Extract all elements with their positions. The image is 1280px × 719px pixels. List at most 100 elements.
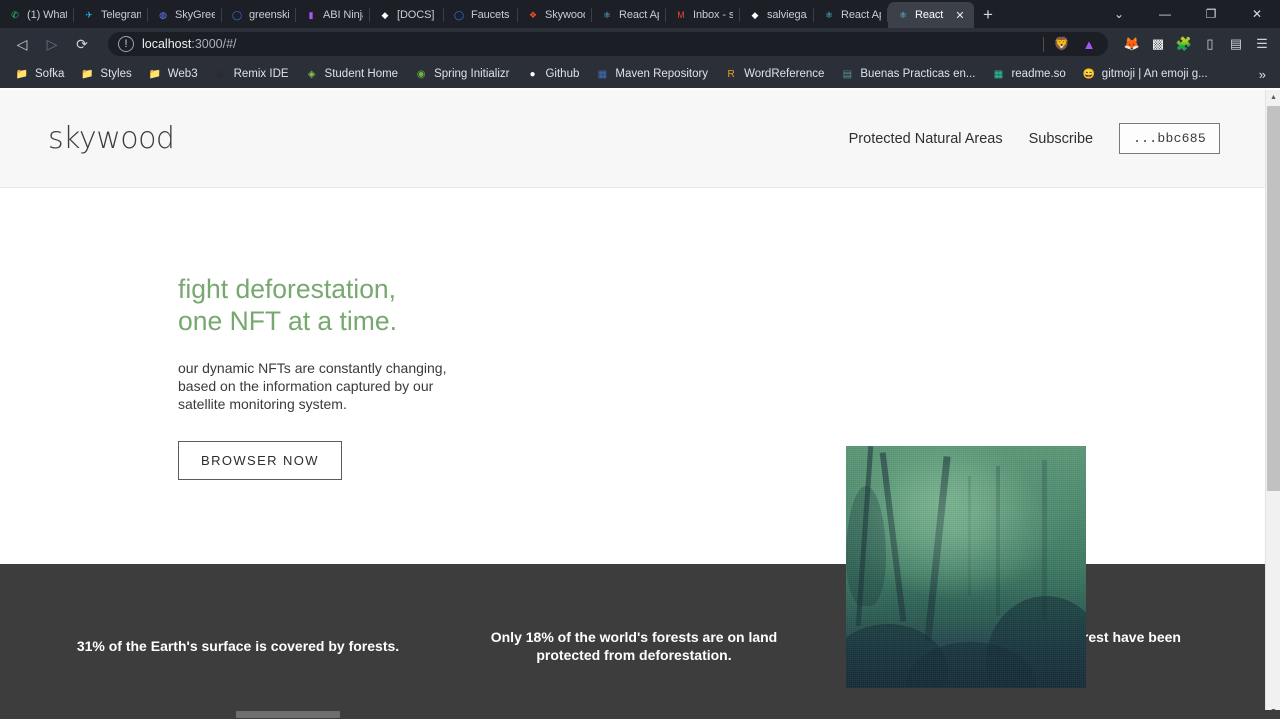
github-icon: ◆ xyxy=(751,9,759,20)
wallet-icon[interactable]: ▤ xyxy=(1226,31,1246,57)
bookmark-item[interactable]: ● Github xyxy=(518,64,586,84)
hero-title-line-2: one NFT at a time. xyxy=(178,305,397,336)
bookmark-item[interactable]: 📁 Web3 xyxy=(141,64,205,84)
folder-icon: 📁 xyxy=(15,68,29,80)
nav-link-protected-natural-areas[interactable]: Protected Natural Areas xyxy=(849,131,1003,147)
stat-item: Only 18% of the world's forests are on l… xyxy=(490,628,778,663)
back-icon[interactable]: ◁ xyxy=(8,31,36,57)
forward-icon[interactable]: ▷ xyxy=(38,31,66,57)
vertical-scrollbar[interactable]: ▲ ▼ xyxy=(1265,90,1280,719)
doc-icon: ▤ xyxy=(842,68,853,80)
browser-tab[interactable]: ◯ greenskie xyxy=(222,2,296,28)
bookmark-item[interactable]: 📁 Styles xyxy=(73,64,138,84)
address-bar[interactable]: ! localhost:3000/#/ 🦁 ▲ xyxy=(108,32,1108,56)
browser-tab[interactable]: ◯ Faucets | xyxy=(444,2,518,28)
not-secure-icon[interactable]: ! xyxy=(118,36,134,52)
horizontal-scrollbar[interactable] xyxy=(0,710,1280,719)
extensions-icon[interactable]: 🧩 xyxy=(1174,31,1194,57)
forest-photo xyxy=(846,446,1086,688)
bookmark-label: Student Home xyxy=(324,68,399,80)
opensea-icon: ◯ xyxy=(231,9,243,20)
browser-tab[interactable]: ◆ salviega/ xyxy=(740,2,814,28)
figma-icon: ❖ xyxy=(528,9,538,20)
url-host: localhost xyxy=(142,37,192,51)
folder-icon: 📁 xyxy=(148,68,161,80)
bookmarks-overflow-button[interactable]: » xyxy=(1253,67,1272,82)
bookmark-item[interactable]: ◈ Student Home xyxy=(298,64,406,84)
bookmark-label: Spring Initializr xyxy=(434,68,510,80)
tab-title: React Ap xyxy=(841,9,881,21)
bookmark-item[interactable]: 📁 Sofka xyxy=(8,64,71,84)
url-path: :3000/#/ xyxy=(191,37,237,51)
tab-title: Telegram xyxy=(101,9,141,21)
react-icon: ⚛ xyxy=(898,9,908,20)
hero-title-line-1: fight deforestation, xyxy=(178,273,397,304)
minimize-button[interactable]: — xyxy=(1142,0,1188,28)
reload-icon[interactable]: ⟳ xyxy=(68,31,96,57)
browser-tab[interactable]: ⚛ React Ap xyxy=(592,2,666,28)
react-icon: ⚛ xyxy=(602,9,612,20)
browser-tab[interactable]: ✆ (1) Whats xyxy=(0,2,74,28)
close-window-button[interactable]: ✕ xyxy=(1234,0,1280,28)
tab-title: React xyxy=(915,9,944,21)
tab-title: (1) Whats xyxy=(27,9,67,21)
bookmark-item[interactable]: ◉ Remix IDE xyxy=(207,64,296,84)
browser-tab[interactable]: ▮ ABI Ninja xyxy=(296,2,370,28)
url-text: localhost:3000/#/ xyxy=(142,37,237,51)
browser-tab[interactable]: ⚛ React ✕ xyxy=(888,2,974,28)
abininja-icon: ▮ xyxy=(308,9,314,20)
menu-icon[interactable]: ☰ xyxy=(1252,31,1272,57)
extension-icons: 🦊 ▩ 🧩 ▯ ▤ ☰ xyxy=(1116,31,1272,57)
bookmark-label: Maven Repository xyxy=(615,68,709,80)
film-grain xyxy=(846,446,1086,688)
tab-title: Faucets | xyxy=(471,9,511,21)
new-tab-button[interactable]: + xyxy=(974,2,1002,28)
wallet-address-button[interactable]: ...bbc685 xyxy=(1119,123,1220,154)
sidebar-icon[interactable]: ▯ xyxy=(1200,31,1220,57)
telegram-icon: ✈ xyxy=(85,9,93,20)
hero-image xyxy=(846,446,1086,688)
whatsapp-icon: ✆ xyxy=(11,9,19,20)
bookmark-item[interactable]: ▤ Buenas Practicas en... xyxy=(833,64,982,84)
maximize-button[interactable]: ❐ xyxy=(1188,0,1234,28)
window-controls: ⌄ — ❐ ✕ xyxy=(1096,0,1280,28)
brave-rewards-icon[interactable]: ▲ xyxy=(1080,31,1098,57)
browser-tab[interactable]: M Inbox - s xyxy=(666,2,740,28)
horizontal-scroll-thumb[interactable] xyxy=(236,711,340,718)
stat-item: 31% of the Earth's surface is covered by… xyxy=(76,637,400,654)
site-logo[interactable]: skywood xyxy=(48,121,175,156)
metamask-icon[interactable]: 🦊 xyxy=(1122,31,1142,57)
tab-close-icon[interactable]: ✕ xyxy=(953,8,967,22)
bookmark-item[interactable]: ▦ readme.so xyxy=(984,64,1072,84)
browser-tab[interactable]: ✈ Telegram xyxy=(74,2,148,28)
faucet-icon: ◯ xyxy=(453,9,465,20)
student-home-icon: ◈ xyxy=(307,68,316,80)
bookmark-item[interactable]: ▦ Maven Repository xyxy=(588,64,715,84)
puzzle-grid-icon[interactable]: ▩ xyxy=(1148,31,1168,57)
browse-now-button[interactable]: BROWSER NOW xyxy=(178,440,342,480)
bookmark-item[interactable]: ◉ Spring Initializr xyxy=(407,64,516,84)
omnibox-left: ! localhost:3000/#/ xyxy=(118,36,1035,52)
bookmark-label: WordReference xyxy=(744,68,825,80)
site-navigation: Protected Natural Areas Subscribe ...bbc… xyxy=(849,123,1220,154)
nav-link-subscribe[interactable]: Subscribe xyxy=(1029,131,1093,147)
bookmark-item[interactable]: R WordReference xyxy=(717,64,831,84)
browser-tab[interactable]: ◍ SkyGreen xyxy=(148,2,222,28)
bookmark-label: Remix IDE xyxy=(233,68,289,80)
tab-title: Inbox - s xyxy=(693,9,733,21)
tab-search-button[interactable]: ⌄ xyxy=(1096,0,1142,28)
bookmark-label: Web3 xyxy=(167,68,198,80)
browser-tab[interactable]: ⚛ React Ap xyxy=(814,2,888,28)
spring-icon: ◉ xyxy=(416,68,426,80)
browser-tab[interactable]: ◆ [DOCS] W xyxy=(370,2,444,28)
tab-title: salviega/ xyxy=(767,9,807,21)
bookmark-item[interactable]: 😄 gitmoji | An emoji g... xyxy=(1075,64,1215,84)
browser-tab[interactable]: ❖ Skywood xyxy=(518,2,592,28)
vertical-scroll-thumb[interactable] xyxy=(1267,106,1280,491)
brave-shields-icon[interactable]: 🦁 xyxy=(1053,31,1071,57)
scroll-up-icon[interactable]: ▲ xyxy=(1266,90,1280,105)
omnibox-right-icons: 🦁 ▲ xyxy=(1043,31,1098,57)
github-icon: ◆ xyxy=(381,9,389,20)
hero-title: fight deforestation, one NFT at a time. xyxy=(178,273,608,337)
hero-copy: fight deforestation, one NFT at a time. … xyxy=(48,273,608,480)
